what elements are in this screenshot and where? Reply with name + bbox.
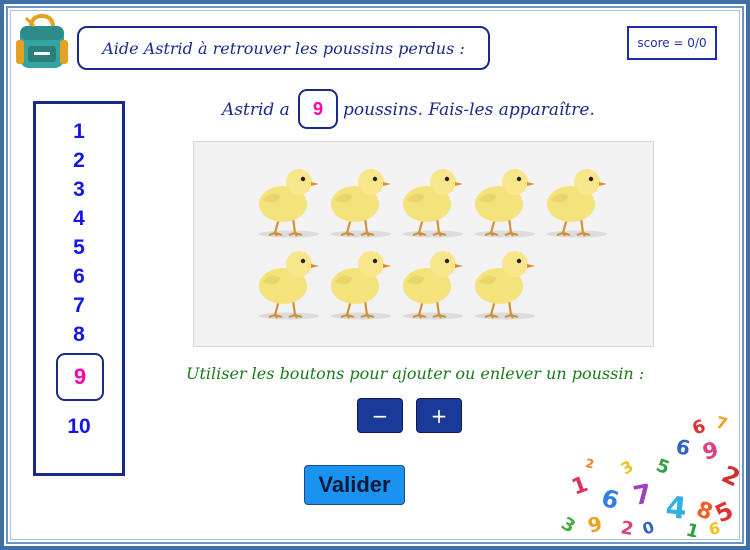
svg-text:9: 9 xyxy=(585,511,605,537)
number-option-1[interactable]: 1 xyxy=(36,120,122,144)
backpack-icon xyxy=(16,14,68,68)
number-list: 1 2 3 4 5 6 7 8 9 10 xyxy=(33,101,125,476)
number-option-6[interactable]: 6 xyxy=(36,265,122,289)
svg-text:7: 7 xyxy=(714,413,730,434)
number-option-5[interactable]: 5 xyxy=(36,236,122,260)
svg-text:0: 0 xyxy=(640,517,657,537)
add-chick-button[interactable]: + xyxy=(416,398,462,433)
number-option-2[interactable]: 2 xyxy=(36,149,122,173)
chick-count-box: 9 xyxy=(298,89,338,129)
svg-text:9: 9 xyxy=(700,438,721,466)
number-option-3[interactable]: 3 xyxy=(36,178,122,202)
svg-text:6: 6 xyxy=(598,484,621,515)
svg-text:2: 2 xyxy=(619,517,635,537)
exercise-window: Aide Astrid à retrouver les poussins per… xyxy=(0,0,750,550)
svg-text:2: 2 xyxy=(717,460,740,492)
chick-image xyxy=(473,167,537,239)
number-option-7[interactable]: 7 xyxy=(36,294,122,318)
chick-image xyxy=(473,249,537,321)
validate-button[interactable]: Valider xyxy=(304,465,405,505)
chick-image xyxy=(401,167,465,239)
chick-image xyxy=(329,167,393,239)
colorful-numbers-decoration: 6 7 6 9 5 2 3 2 1 6 7 4 8 5 3 9 2 0 1 6 xyxy=(558,413,741,537)
svg-text:7: 7 xyxy=(631,479,654,512)
chick-image xyxy=(329,249,393,321)
sentence-end: poussins. Fais-les apparaître. xyxy=(343,100,595,120)
chick-image xyxy=(545,167,609,239)
number-option-4[interactable]: 4 xyxy=(36,207,122,231)
svg-text:1: 1 xyxy=(684,520,702,537)
svg-text:3: 3 xyxy=(558,513,579,537)
chick-image xyxy=(257,167,321,239)
number-option-8[interactable]: 8 xyxy=(36,323,122,347)
number-option-9-selected[interactable]: 9 xyxy=(56,353,104,401)
svg-text:6: 6 xyxy=(690,416,709,440)
svg-text:3: 3 xyxy=(618,456,637,478)
chick-display-area xyxy=(193,141,654,347)
buttons-instruction: Utiliser les boutons pour ajouter ou enl… xyxy=(186,364,645,383)
svg-text:2: 2 xyxy=(584,456,595,471)
number-option-10[interactable]: 10 xyxy=(36,415,122,439)
sentence-start: Astrid a xyxy=(222,100,290,120)
svg-text:4: 4 xyxy=(664,490,688,527)
chick-image xyxy=(257,249,321,321)
remove-chick-button[interactable]: − xyxy=(357,398,403,433)
score-display: score = 0/0 xyxy=(627,26,717,60)
instruction-title: Aide Astrid à retrouver les poussins per… xyxy=(77,26,490,70)
svg-text:5: 5 xyxy=(653,455,672,479)
chick-image xyxy=(401,249,465,321)
svg-text:1: 1 xyxy=(569,472,592,501)
svg-text:6: 6 xyxy=(674,434,692,460)
